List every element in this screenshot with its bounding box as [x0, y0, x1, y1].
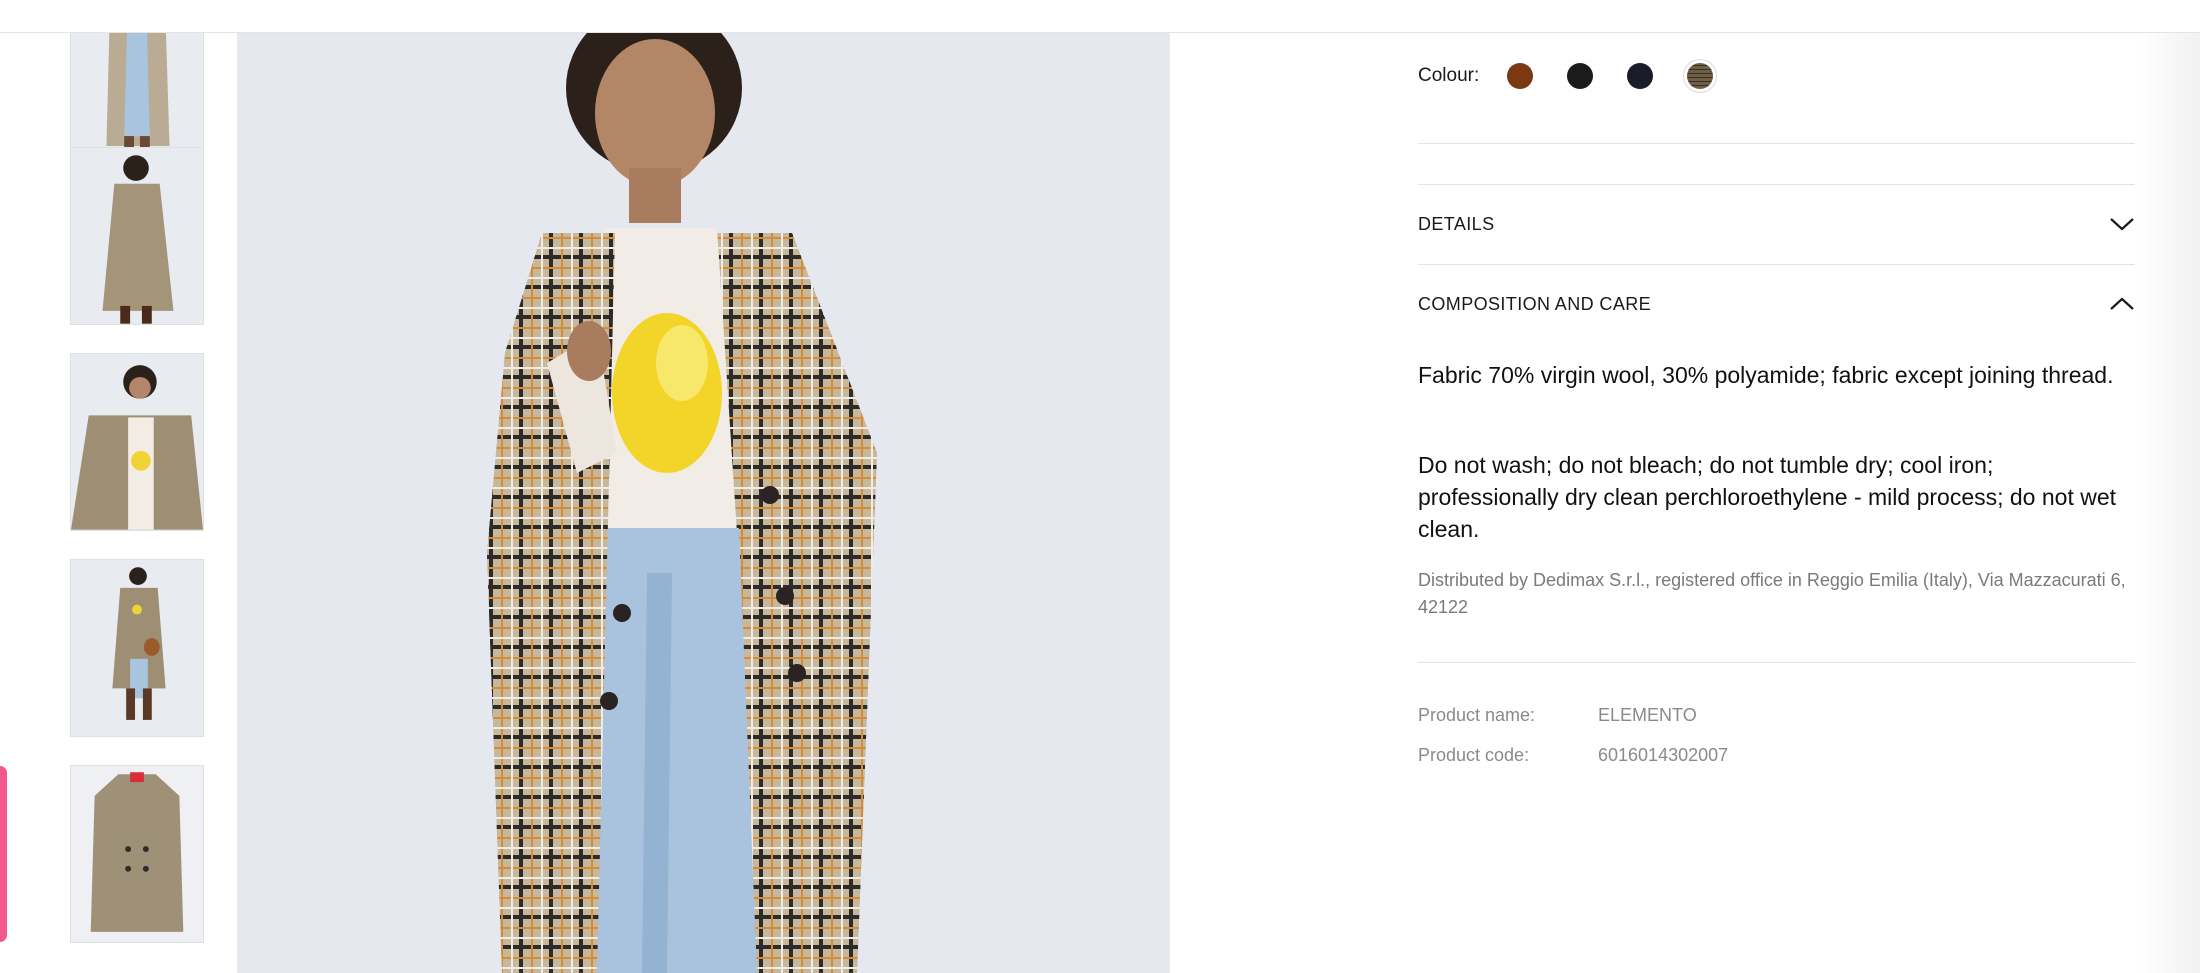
chevron-up-icon [2110, 297, 2134, 310]
divider [1418, 184, 2135, 185]
fabric-composition-text: Fabric 70% virgin wool, 30% polyamide; f… [1418, 362, 2114, 388]
main-product-image[interactable] [237, 33, 1170, 973]
product-name-value: ELEMENTO [1598, 705, 1697, 725]
thumbnail-close-up[interactable] [70, 353, 204, 531]
thumbnail-full-length[interactable] [70, 559, 204, 737]
colour-swatch-brown[interactable] [1507, 63, 1534, 89]
distributor-text: Distributed by Dedimax S.r.l., registere… [1418, 570, 2126, 617]
care-instructions-text: Do not wash; do not bleach; do not tumbl… [1418, 452, 2117, 542]
thumbnail-image [71, 354, 203, 530]
accordion-composition-title: COMPOSITION AND CARE [1418, 293, 1652, 314]
thumbnail-image [71, 148, 203, 324]
divider [1418, 662, 2135, 663]
thumbnail-front-legs[interactable] [70, 33, 204, 165]
colour-swatch-navy[interactable] [1627, 63, 1654, 89]
thumbnail-image [71, 560, 203, 736]
thumbnail-rail[interactable] [0, 33, 237, 973]
colour-swatch-check[interactable] [1687, 63, 1714, 89]
accordion-details-title: DETAILS [1418, 213, 1495, 234]
product-code-value: 6016014302007 [1598, 745, 1729, 765]
thumbnail-image [71, 33, 203, 164]
page-edge-shadow [2140, 33, 2200, 973]
colour-selector: Colour: [1418, 63, 1747, 89]
feedback-tab[interactable] [0, 766, 7, 942]
accordion-composition[interactable]: COMPOSITION AND CARE [1418, 289, 2135, 319]
product-name-label: Product name: [1418, 705, 1536, 725]
colour-label: Colour: [1418, 65, 1480, 86]
product-code-row: Product code: 6016014302007 [1418, 745, 1728, 766]
product-name-row: Product name: ELEMENTO [1418, 705, 1697, 726]
divider [1418, 143, 2135, 144]
thumbnail-back-view[interactable] [70, 147, 204, 325]
divider [1418, 264, 2135, 265]
product-code-label: Product code: [1418, 745, 1530, 765]
top-bar [0, 0, 2200, 33]
thumbnail-image [71, 766, 203, 942]
thumbnail-flat-lay[interactable] [70, 765, 204, 943]
colour-swatch-black[interactable] [1567, 63, 1594, 89]
product-photo [237, 33, 1170, 973]
chevron-down-icon [2110, 218, 2134, 231]
accordion-details[interactable]: DETAILS [1418, 209, 2135, 239]
